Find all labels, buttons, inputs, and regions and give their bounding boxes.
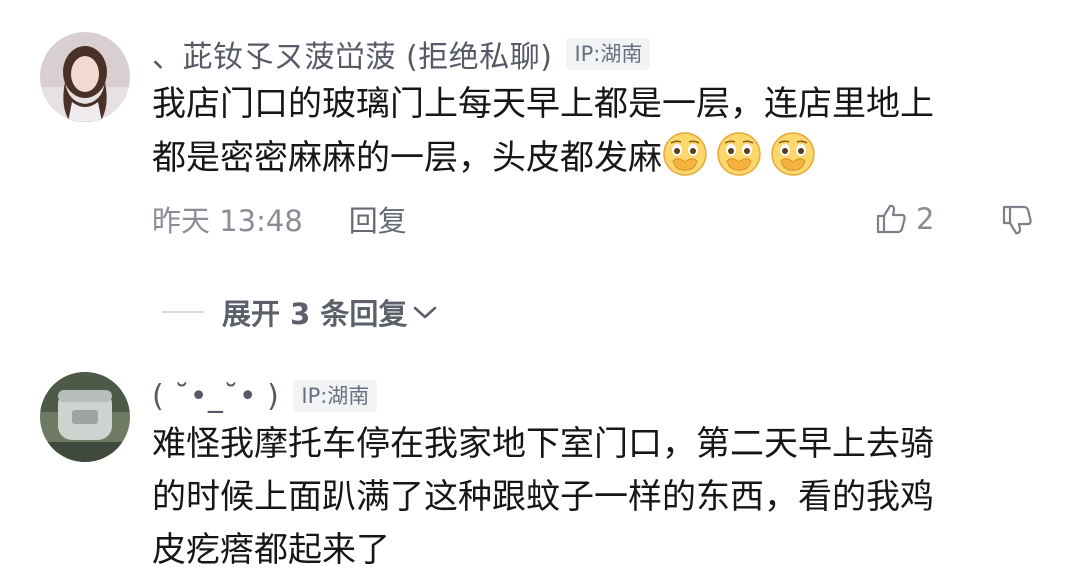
comment-timestamp: 昨天 13:48 bbox=[152, 204, 303, 238]
thumbs-down-icon bbox=[1002, 205, 1032, 235]
covering-mouth-crying-emoji-icon bbox=[663, 132, 707, 176]
avatar[interactable] bbox=[40, 372, 130, 462]
ip-location-badge: IP:湖南 bbox=[293, 380, 378, 412]
comment-text-line: 我店门口的玻璃门上每天早上都是一层，连店里地上 bbox=[152, 84, 934, 124]
expand-replies-label: 展开 3 条回复 bbox=[222, 297, 408, 331]
like-button[interactable]: 2 bbox=[874, 198, 934, 240]
reply-button[interactable]: 回复 bbox=[349, 198, 407, 240]
comment-text: 我店门口的玻璃门上每天早上都是一层，连店里地上 都是密密麻麻的一层，头皮都发麻 bbox=[152, 78, 934, 185]
expand-replies-button[interactable]: 展开 3 条回复 bbox=[162, 291, 439, 333]
comment-username[interactable]: ( ˘•_˘• ) bbox=[152, 379, 279, 414]
comment-text-line: 的时候上面趴满了这种跟蚊子一样的东西，看的我鸡 bbox=[152, 477, 934, 517]
comment-username[interactable]: 、茈钕孓ㄡ菠峃菠 (拒绝私聊) bbox=[152, 32, 552, 76]
dislike-button[interactable] bbox=[1000, 200, 1034, 240]
comment-text-line: 难怪我摩托车停在我家地下室门口，第二天早上去骑 bbox=[152, 424, 934, 464]
avatar[interactable] bbox=[40, 32, 130, 122]
covering-mouth-crying-emoji-icon bbox=[717, 132, 761, 176]
comment-text-line: 皮疙瘩都起来了 bbox=[152, 530, 390, 570]
ip-location-badge: IP:湖南 bbox=[566, 38, 651, 70]
comment-text: 难怪我摩托车停在我家地下室门口，第二天早上去骑 的时候上面趴满了这种跟蚊子一样的… bbox=[152, 418, 934, 577]
comment-text-line: 都是密密麻麻的一层，头皮都发麻 bbox=[152, 138, 662, 178]
chevron-down-icon bbox=[414, 306, 437, 319]
divider bbox=[162, 311, 204, 313]
like-count: 2 bbox=[916, 202, 935, 236]
comment-text-line-with-emoji: 都是密密麻麻的一层，头皮都发麻 bbox=[152, 131, 934, 185]
thumbs-up-icon bbox=[876, 204, 906, 234]
covering-mouth-crying-emoji-icon bbox=[771, 132, 815, 176]
